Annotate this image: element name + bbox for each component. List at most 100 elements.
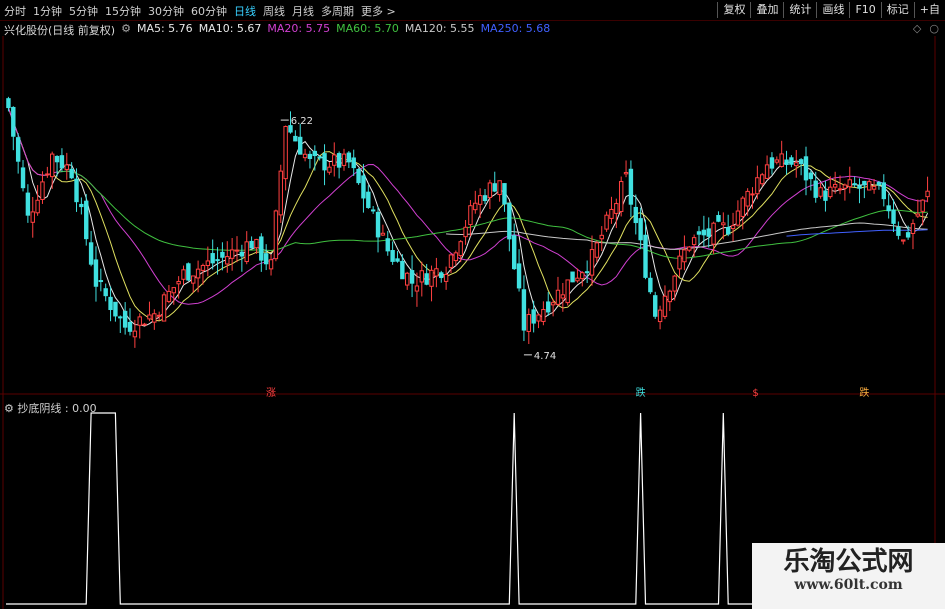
candle-body — [779, 153, 784, 168]
candle-body — [458, 241, 463, 257]
candle-body — [25, 192, 31, 216]
candle-body — [482, 195, 488, 202]
candle-body — [638, 218, 643, 241]
candle-body — [200, 264, 206, 271]
candle-body — [45, 173, 50, 176]
candle-body — [682, 249, 687, 263]
candle-body — [88, 242, 94, 265]
candle-body — [6, 98, 11, 109]
candle-body — [210, 253, 215, 264]
candle-body — [497, 180, 502, 196]
candle-body — [560, 294, 566, 299]
candle-body — [103, 288, 108, 297]
candle-body — [550, 302, 556, 306]
candle-body — [137, 316, 142, 326]
candle-body — [142, 323, 147, 326]
candle-body — [171, 287, 176, 294]
candle-body — [74, 178, 79, 203]
candle-body — [20, 167, 26, 189]
candle-body — [195, 268, 201, 279]
candle-body — [662, 295, 668, 317]
candle-body — [609, 208, 614, 219]
candle-body — [161, 294, 167, 322]
candle-body — [643, 234, 648, 278]
signal-mark: 跌 — [636, 386, 646, 399]
candle-body — [798, 159, 804, 165]
candle-body — [847, 179, 852, 188]
candle-body — [147, 314, 152, 320]
candle-body — [307, 153, 313, 159]
candle-body — [127, 321, 133, 332]
candle-body — [521, 289, 527, 331]
candle-body — [30, 211, 35, 223]
candle-body — [555, 289, 561, 305]
candle-body — [594, 242, 600, 258]
candle-body — [691, 237, 697, 246]
candle-body — [701, 229, 707, 236]
candle-body — [336, 153, 342, 168]
candle-body — [832, 183, 838, 188]
candle-body — [429, 269, 434, 287]
candle-body — [11, 106, 16, 137]
candle-body — [273, 210, 279, 260]
candle-body — [186, 263, 191, 281]
candle-body — [351, 157, 356, 169]
candle-body — [113, 301, 118, 317]
candle-body — [249, 240, 254, 249]
candle-body — [375, 211, 381, 238]
candle-body — [828, 186, 833, 198]
candle-body — [721, 222, 726, 226]
ma-line-20 — [7, 107, 928, 305]
candle-body — [108, 296, 113, 311]
candle-body — [633, 206, 638, 224]
annotation-label: 6.22 — [291, 116, 313, 127]
candle-body — [653, 295, 658, 317]
candle-body — [463, 226, 468, 238]
candle-body — [346, 152, 352, 163]
candle-body — [862, 180, 867, 186]
candle-body — [166, 290, 172, 302]
candle-body — [808, 172, 814, 180]
candle-body — [910, 223, 916, 234]
ma-line-10 — [7, 107, 928, 322]
candle-body — [181, 269, 186, 280]
candle-body — [589, 249, 595, 276]
candle-body — [419, 270, 425, 283]
candle-body — [356, 168, 361, 184]
candle-body — [229, 249, 235, 259]
candle-body — [327, 166, 332, 173]
candle-body — [156, 314, 162, 317]
candle-body — [740, 197, 745, 217]
candle-body — [293, 135, 298, 142]
candle-body — [623, 172, 629, 175]
candle-body — [35, 199, 40, 214]
candle-body — [98, 280, 104, 283]
candle-body — [618, 181, 624, 212]
candle-body — [755, 177, 760, 195]
candle-body — [769, 157, 775, 169]
candle-body — [49, 153, 55, 178]
candle-body — [794, 162, 799, 167]
candle-body — [546, 301, 551, 313]
candle-body — [706, 228, 711, 237]
candle-body — [69, 168, 74, 179]
candle-body — [584, 271, 590, 274]
candle-body — [536, 314, 541, 322]
annotation-label: 4.74 — [534, 351, 556, 362]
candle-body — [570, 271, 575, 283]
candle-body — [711, 222, 716, 245]
candle-body — [896, 226, 901, 236]
candle-body — [823, 190, 828, 201]
price-chart[interactable]: 6.22 4.74 涨 跌 $ 跌 — [0, 0, 945, 609]
candle-body — [857, 185, 862, 189]
candle-body — [59, 155, 65, 169]
candle-body — [93, 259, 99, 287]
candle-body — [64, 164, 69, 170]
candle-body — [40, 181, 45, 200]
candle-body — [648, 277, 653, 293]
candle-body — [867, 181, 872, 191]
candle-body — [735, 210, 741, 226]
candle-body — [414, 285, 420, 292]
candle-body — [760, 174, 765, 185]
candle-body — [614, 203, 619, 214]
